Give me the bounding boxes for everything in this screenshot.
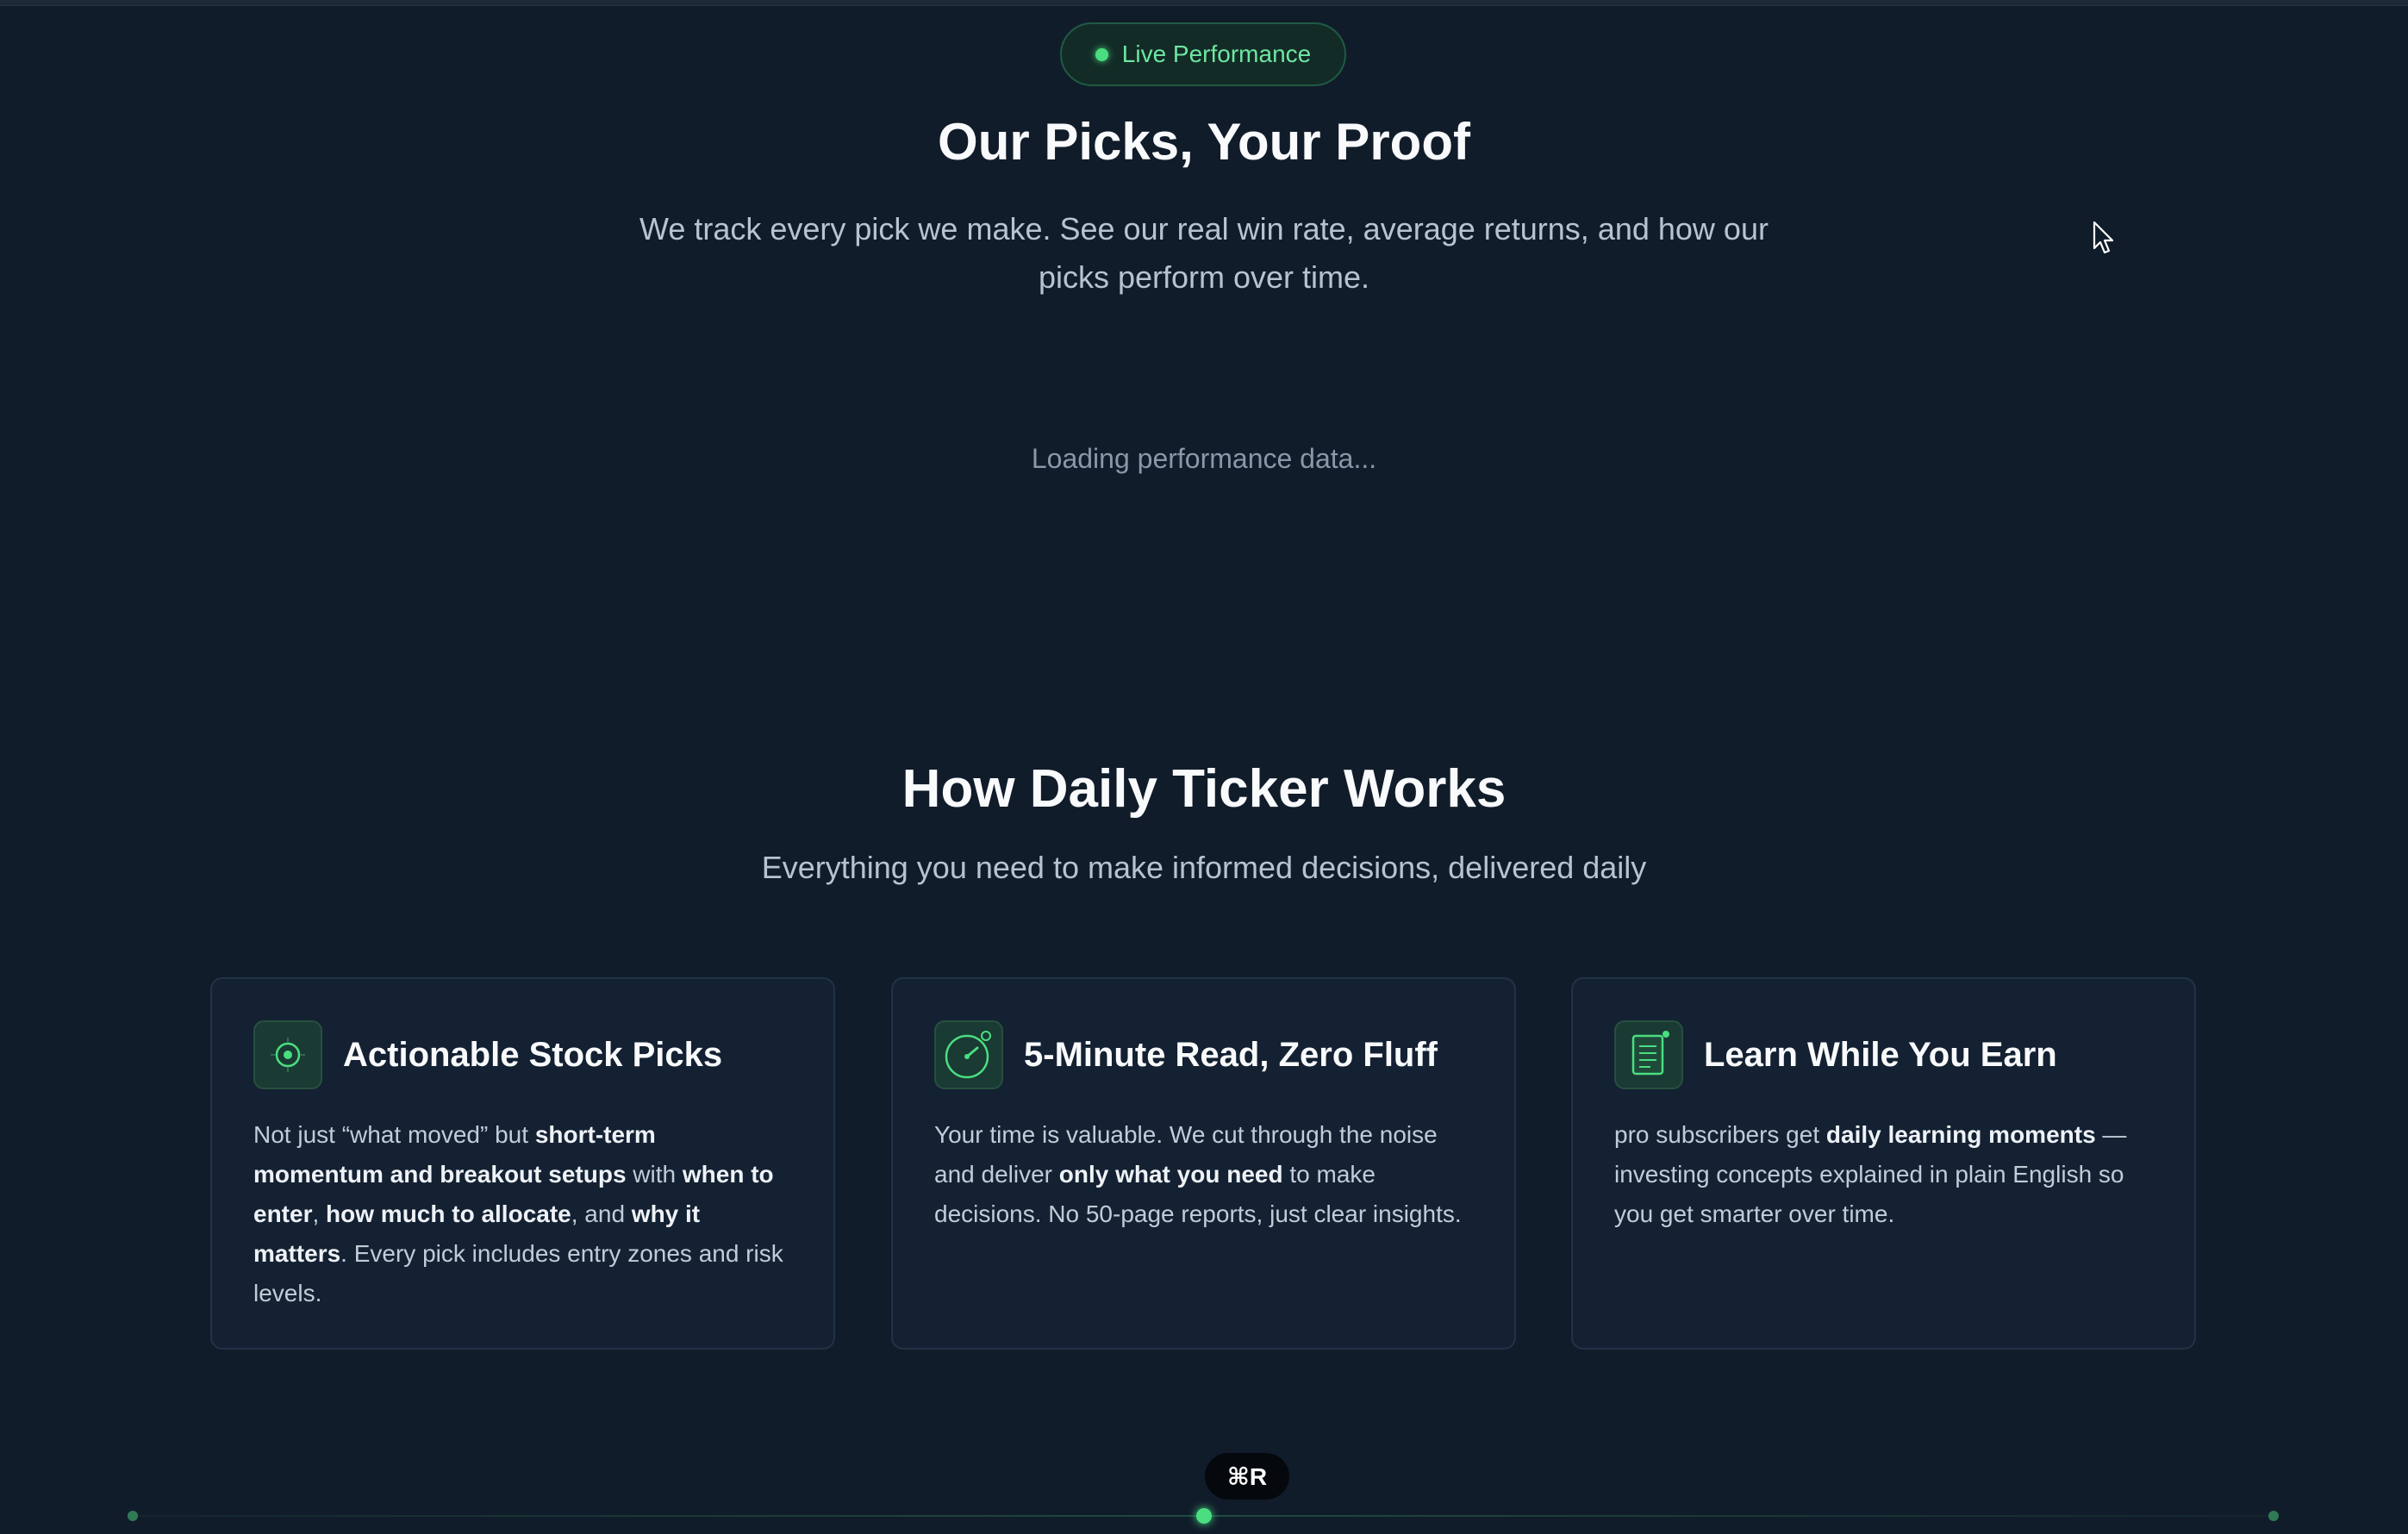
feature-card-body: Not just “what moved” but short-term mom… <box>253 1115 792 1313</box>
timeline-dot[interactable] <box>128 1511 138 1521</box>
feature-card-quick-read: 5-Minute Read, Zero Fluff Your time is v… <box>891 977 1516 1350</box>
feature-card-title: 5-Minute Read, Zero Fluff <box>1024 1035 1438 1074</box>
emphasis-text: how much to allocate <box>326 1200 571 1227</box>
document-icon <box>1614 1020 1683 1089</box>
feature-card-title: Learn While You Earn <box>1704 1035 2057 1074</box>
timeline-dot-active[interactable] <box>1196 1508 1212 1524</box>
feature-card-body: Your time is valuable. We cut through th… <box>934 1115 1473 1234</box>
stopwatch-icon <box>934 1020 1003 1089</box>
feature-card-title: Actionable Stock Picks <box>343 1035 723 1074</box>
body-text: , and <box>571 1200 632 1227</box>
body-text: pro subscribers get <box>1614 1121 1826 1148</box>
performance-subtitle: We track every pick we make. See our rea… <box>639 211 1769 295</box>
body-text: , <box>312 1200 327 1227</box>
keyboard-shortcut-hint: ⌘R <box>1205 1453 1289 1500</box>
timeline-dot[interactable] <box>2268 1511 2279 1521</box>
feature-card-body: pro subscribers get daily learning momen… <box>1614 1115 2153 1234</box>
how-it-works-subtitle: Everything you need to make informed dec… <box>761 850 1647 885</box>
live-performance-badge: Live Performance <box>1060 22 1346 86</box>
target-icon <box>253 1020 322 1089</box>
live-badge-label: Live Performance <box>1121 41 1312 67</box>
body-text: Not just “what moved” but <box>253 1121 535 1148</box>
emphasis-text: daily learning moments <box>1825 1121 2096 1148</box>
top-divider <box>0 0 2408 6</box>
mouse-cursor-icon <box>2093 221 2114 254</box>
live-status-dot-icon <box>1095 47 1108 61</box>
performance-title: Our Picks, Your Proof <box>938 113 1470 171</box>
loading-message: Loading performance data... <box>1031 443 1377 474</box>
emphasis-text: only what you need <box>1058 1161 1283 1188</box>
page: Live Performance Our Picks, Your Proof W… <box>0 0 2408 1534</box>
body-text: with <box>626 1161 683 1188</box>
feature-card-learn: Learn While You Earn pro subscribers get… <box>1571 977 2196 1350</box>
how-it-works-title: How Daily Ticker Works <box>901 759 1507 819</box>
feature-card-stock-picks: Actionable Stock Picks Not just “what mo… <box>210 977 835 1350</box>
